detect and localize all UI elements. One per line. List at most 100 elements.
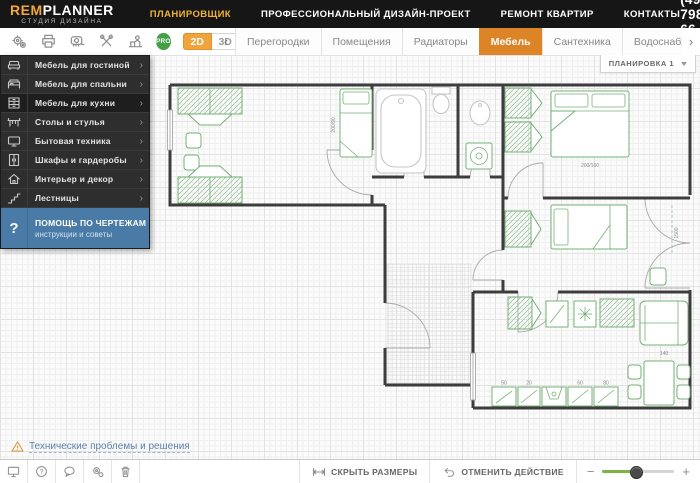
footer-bar: ? СКРЫТЬ РАЗМЕРЫ ОТМЕНИТЬ ДЕЙСТВИЕ − +: [0, 459, 700, 483]
settings-gears-icon[interactable]: [11, 33, 28, 50]
chair-1[interactable]: [185, 132, 202, 149]
help-icon[interactable]: ?: [28, 460, 56, 483]
zoom-out-button[interactable]: −: [587, 465, 595, 478]
floor-plan[interactable]: 200/90 200/160 1500 140 50 20 60 80: [148, 55, 700, 460]
settings-icon[interactable]: [84, 460, 112, 483]
repair-tools-icon[interactable]: [98, 33, 115, 50]
nav-design-project[interactable]: ПРОФЕССИОНАЛЬНЫЙ ДИЗАЙН-ПРОЕКТ: [261, 9, 471, 20]
sidebar-item-label: Мебель для кухни: [35, 98, 116, 108]
sidebar-item-label: Мебель для гостиной: [35, 60, 130, 70]
wardrobe-living[interactable]: [507, 296, 542, 330]
support-link[interactable]: Технические проблемы и решения: [29, 441, 190, 453]
tab-radiatory[interactable]: Радиаторы: [401, 28, 479, 55]
logo[interactable]: REMPLANNER СТУДИЯ ДИЗАЙНА: [10, 3, 114, 26]
furniture-sidebar: Мебель для гостиной › Мебель для спальни…: [0, 55, 150, 249]
sidebar-item-bedroom[interactable]: Мебель для спальни ›: [1, 75, 149, 94]
category-tabs: Перегородки Помещения Радиаторы Мебель С…: [235, 28, 682, 55]
washing-machine[interactable]: [465, 142, 493, 170]
sidebar-item-label: Лестницы: [35, 193, 79, 203]
zoom-control: − +: [575, 460, 700, 483]
single-bed-left[interactable]: [339, 88, 373, 158]
sidebar-help-section[interactable]: ? ПОМОЩЬ ПО ЧЕРТЕЖАМ инструкции и советы: [1, 208, 149, 248]
tab-peregorodki[interactable]: Перегородки: [235, 28, 321, 55]
double-bed-dimension: 200/160: [581, 163, 599, 169]
sidebar-item-stairs[interactable]: Лестницы ›: [1, 189, 149, 208]
sidebar-item-decor[interactable]: Интерьер и декор ›: [1, 170, 149, 189]
nav-remont[interactable]: РЕМОНТ КВАРТИР: [501, 9, 594, 20]
sidebar-item-tables-chairs[interactable]: Столы и стулья ›: [1, 113, 149, 132]
table-chairs-icon: [1, 113, 28, 131]
sidebar-item-label: Интерьер и декор: [35, 174, 114, 184]
tabs-scroll-right[interactable]: ›: [682, 28, 700, 55]
monitor-icon[interactable]: [0, 460, 28, 483]
item-arrow-icon: ›: [139, 135, 143, 147]
help-subtitle: инструкции и советы: [35, 229, 113, 239]
kitchen-dim-4: 80: [603, 381, 609, 387]
nav-contacts[interactable]: КОНТАКТЫ: [624, 9, 680, 20]
item-arrow-icon: ›: [139, 192, 143, 204]
double-bed[interactable]: [550, 90, 630, 158]
entrance-hall-floor: [386, 263, 472, 384]
bookshelf-bottom[interactable]: [177, 165, 243, 204]
sidebar-item-living-room[interactable]: Мебель для гостиной ›: [1, 56, 149, 75]
mirror-unit[interactable]: [545, 300, 569, 328]
chair-middle[interactable]: [649, 267, 667, 286]
chair-2[interactable]: [183, 154, 200, 171]
dining-table[interactable]: [627, 360, 691, 406]
toilet[interactable]: [431, 86, 451, 115]
nav-planner[interactable]: ПЛАНИРОВЩИК: [150, 9, 231, 20]
tab-vodosnabzhenie[interactable]: Водоснабжение: [621, 28, 682, 55]
sink[interactable]: [469, 100, 491, 126]
trash-icon[interactable]: [112, 460, 140, 483]
view-2d-button[interactable]: 2D: [182, 33, 212, 50]
logo-part2: PLANNER: [42, 1, 114, 18]
kitchen-cabinet-icon: [1, 94, 28, 112]
footer-spacer: [140, 460, 299, 483]
sofa[interactable]: [639, 300, 689, 346]
sidebar-item-appliances[interactable]: Бытовая техника ›: [1, 132, 149, 151]
caret-down-icon: [681, 61, 687, 66]
item-arrow-icon: ›: [139, 173, 143, 185]
app-header: REMPLANNER СТУДИЯ ДИЗАЙНА ПЛАНИРОВЩИК ПР…: [0, 0, 700, 52]
light-unit[interactable]: [573, 300, 597, 328]
bookshelf-top[interactable]: [177, 87, 243, 126]
bathtub[interactable]: [375, 88, 427, 174]
kitchen-cabinets[interactable]: [491, 386, 619, 407]
sidebar-item-label: Бытовая техника: [35, 136, 111, 146]
tabs-scroll-left[interactable]: ‹: [217, 28, 235, 55]
zoom-in-button[interactable]: +: [682, 465, 690, 478]
layout-selector[interactable]: ПЛАНИРОВКА 1: [599, 55, 696, 73]
zoom-slider[interactable]: [602, 466, 675, 479]
undo-button[interactable]: ОТМЕНИТЬ ДЕЙСТВИЕ: [429, 460, 575, 483]
help-title: ПОМОЩЬ ПО ЧЕРТЕЖАМ: [35, 217, 147, 228]
designer-icon[interactable]: [127, 33, 144, 50]
pro-badge[interactable]: PRO: [156, 33, 171, 50]
single-bed-middle[interactable]: [550, 204, 628, 250]
sidebar-item-kitchen[interactable]: Мебель для кухни ›: [1, 94, 149, 113]
item-arrow-icon: ›: [139, 78, 143, 90]
hide-dimensions-button[interactable]: СКРЫТЬ РАЗМЕРЫ: [299, 460, 429, 483]
chat-icon[interactable]: [56, 460, 84, 483]
toolbar: PRO 2D 3D ‹ Перегородки Помещения Радиат…: [0, 28, 700, 56]
printer-icon[interactable]: [40, 33, 57, 50]
tab-mebel[interactable]: Мебель: [478, 28, 542, 55]
wardrobe-niche[interactable]: [504, 87, 543, 153]
support-row: Технические проблемы и решения: [11, 440, 190, 453]
chevron-left-icon: ‹: [223, 34, 229, 49]
logo-part1: REM: [10, 1, 43, 18]
wardrobe-small[interactable]: [599, 298, 635, 328]
tab-pomescheniya[interactable]: Помещения: [320, 28, 402, 55]
wall-dimension: 1500: [674, 227, 680, 238]
tool-icons: PRO 2D 3D: [0, 28, 240, 55]
zoom-slider-handle[interactable]: [629, 466, 643, 479]
sidebar-item-wardrobes[interactable]: Шкафы и гардеробы ›: [1, 151, 149, 170]
sidebar-item-label: Столы и стулья: [35, 117, 105, 127]
undo-label: ОТМЕНИТЬ ДЕЙСТВИЕ: [461, 466, 564, 477]
wardrobe-middle[interactable]: [504, 210, 542, 248]
kitchen-dim-3: 60: [577, 381, 583, 387]
measuring-tape-icon[interactable]: [69, 33, 86, 50]
tab-santehnika[interactable]: Сантехника: [541, 28, 622, 55]
dimensions-icon: [313, 467, 326, 476]
kitchen-dim-1: 50: [501, 381, 507, 387]
sofa-icon: [1, 56, 28, 74]
